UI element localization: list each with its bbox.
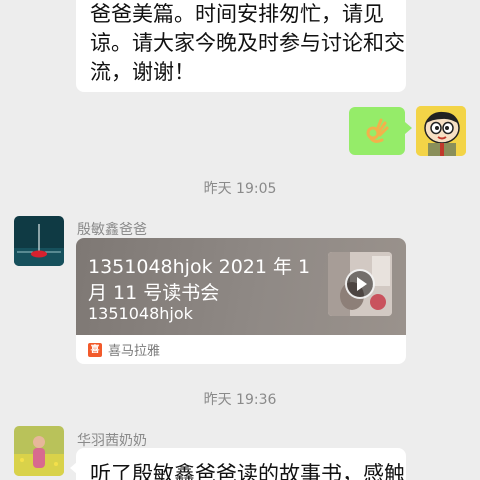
sender-name: 华羽茜奶奶 [77, 433, 147, 449]
avatar[interactable] [14, 216, 64, 266]
card-title: 1351048hjok 2021 年 1 月 11 号读书会 [88, 256, 311, 304]
sender-name: 殷敏鑫爸爸 [77, 222, 147, 238]
message-text-line: 流，谢谢！ [90, 60, 195, 84]
card-media: 1351048hjok 2021 年 1 月 11 号读书会 1351048hj… [76, 238, 406, 335]
timestamp: 昨天 19:36 [203, 392, 277, 408]
message-text-line: 爸爸美篇。时间安排匆忙，请见 [90, 2, 384, 26]
cartoon-avatar-icon [416, 106, 466, 156]
avatar[interactable] [14, 426, 64, 476]
card-source: 喜马拉雅 [108, 344, 161, 359]
shared-audio-card[interactable]: 1351048hjok 2021 年 1 月 11 号读书会 1351048hj… [76, 238, 406, 364]
ok-hand-icon [366, 118, 389, 143]
message-bubble-text[interactable]: 听了殷敏鑫爸爸读的故事书，感触 [76, 448, 406, 480]
message-text-line: 谅。请大家今晚及时参与讨论和交 [90, 31, 405, 55]
message-text: 听了殷敏鑫爸爸读的故事书，感触 [90, 462, 405, 480]
message-bubble-text[interactable]: 爸爸美篇。时间安排匆忙，请见 谅。请大家今晚及时参与讨论和交 流，谢谢！ [76, 0, 406, 92]
card-subtitle: 1351048hjok [88, 304, 193, 323]
ximalaya-logo-icon: 喜 [88, 342, 102, 357]
avatar[interactable] [416, 106, 466, 156]
card-thumbnail[interactable] [328, 252, 392, 316]
avatar-photo-icon [14, 216, 64, 266]
card-footer: 喜 喜马拉雅 [76, 335, 406, 364]
message-bubble-sticker[interactable] [349, 107, 405, 155]
bubble-tail [405, 122, 412, 134]
avatar-photo-icon [14, 426, 64, 476]
play-icon[interactable] [345, 269, 375, 299]
timestamp: 昨天 19:05 [203, 181, 277, 197]
